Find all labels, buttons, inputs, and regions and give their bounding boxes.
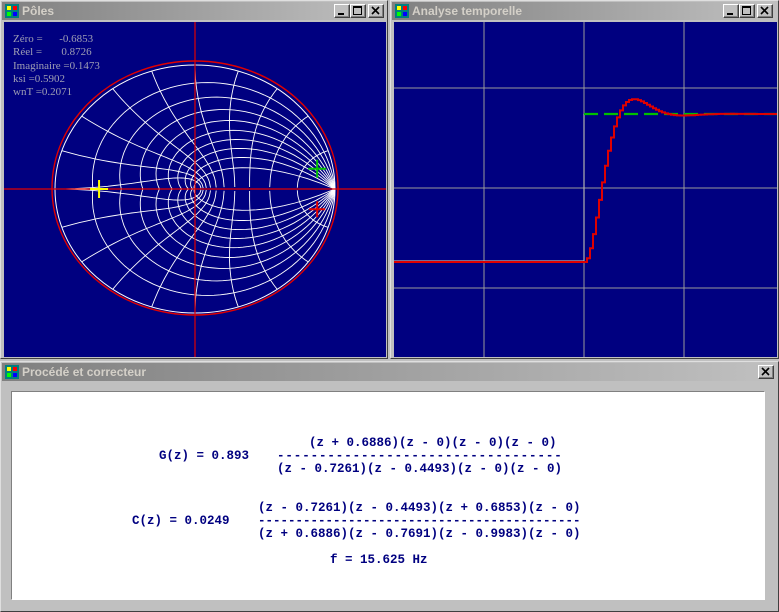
frequency-curve xyxy=(229,70,239,188)
damping-curve xyxy=(119,188,336,282)
transfer-functions-panel: G(z) = 0.893 (z + 0.6886)(z - 0)(z - 0)(… xyxy=(11,391,765,600)
app-icon xyxy=(5,365,19,379)
c-denominator: (z + 0.6886)(z - 0.7691)(z - 0.9983)(z -… xyxy=(258,527,581,541)
maximize-button[interactable] xyxy=(739,4,755,18)
close-icon xyxy=(371,6,380,15)
step-response-area[interactable] xyxy=(394,22,777,357)
frequency-curve xyxy=(269,190,309,263)
readout-imag: Imaginaire =0.1473 xyxy=(13,59,100,72)
g-fraction-bar: ---------------------------------- xyxy=(277,449,563,463)
poles-titlebar[interactable]: Pôles xyxy=(2,2,386,20)
pole-zero-map[interactable]: Zéro = -0.6853 Réel = 0.8726 Imaginaire … xyxy=(4,22,386,357)
minimize-button[interactable] xyxy=(723,4,739,18)
c-fraction-bar: ----------------------------------------… xyxy=(258,514,581,528)
damping-curve xyxy=(139,188,336,269)
frequency-curve xyxy=(81,115,207,189)
frequency-curve xyxy=(81,189,207,263)
frequency-curve xyxy=(61,189,204,228)
close-button[interactable] xyxy=(758,365,774,379)
pole-readout: Zéro = -0.6853 Réel = 0.8726 Imaginaire … xyxy=(13,33,100,99)
poles-title: Pôles xyxy=(22,4,55,18)
process-title: Procédé et correcteur xyxy=(22,365,147,379)
app-icon xyxy=(395,4,409,18)
g-prefix: G(z) = 0.893 xyxy=(159,449,250,463)
process-window: Procédé et correcteur G(z) = 0.893 (z + … xyxy=(0,361,779,612)
c-prefix: C(z) = 0.0249 xyxy=(132,514,230,528)
damping-curve xyxy=(190,188,336,221)
maximize-icon xyxy=(742,6,751,15)
frequency-curve xyxy=(229,190,239,308)
poles-window: Pôles Zéro = -0.6853 Réel = 0.8726 Imagi… xyxy=(0,0,388,359)
damping-curve xyxy=(91,82,336,190)
step-response-curve xyxy=(394,98,777,263)
damping-curve xyxy=(177,188,336,239)
minimize-button[interactable] xyxy=(334,4,350,18)
readout-ksi: ksi =0.5902 xyxy=(13,72,66,85)
damping-curve xyxy=(119,96,336,190)
damping-curve xyxy=(177,139,336,190)
g-denominator: (z - 0.7261)(z - 0.4493)(z - 0)(z - 0) xyxy=(277,462,563,476)
maximize-icon xyxy=(353,6,362,15)
readout-wnt: wnT =0.2071 xyxy=(13,86,73,99)
damping-curve xyxy=(193,167,336,190)
process-titlebar[interactable]: Procédé et correcteur xyxy=(2,363,777,381)
minimize-icon xyxy=(338,13,344,15)
time-title: Analyse temporelle xyxy=(412,4,523,18)
time-analysis-window: Analyse temporelle xyxy=(390,0,779,359)
damping-curve xyxy=(193,188,336,211)
app-icon xyxy=(5,4,19,18)
close-icon xyxy=(760,6,769,15)
minimize-icon xyxy=(727,13,733,15)
readout-real: Réel = 0.8726 xyxy=(13,46,92,59)
close-button[interactable] xyxy=(368,4,384,18)
damping-curve xyxy=(91,188,336,296)
step-response-plot[interactable] xyxy=(394,22,777,357)
g-numerator: (z + 0.6886)(z - 0)(z - 0)(z - 0) xyxy=(309,436,557,450)
readout-zero: Zéro = -0.6853 xyxy=(13,33,94,45)
damping-curve xyxy=(190,157,336,190)
close-icon xyxy=(761,367,770,376)
maximize-button[interactable] xyxy=(350,4,366,18)
c-numerator: (z - 0.7261)(z - 0.4493)(z + 0.6853)(z -… xyxy=(258,501,581,515)
time-titlebar[interactable]: Analyse temporelle xyxy=(392,2,777,20)
pole-marker-lower xyxy=(309,201,326,218)
sampling-frequency: f = 15.625 Hz xyxy=(330,553,428,567)
frequency-curve xyxy=(61,150,204,189)
damping-curve xyxy=(139,109,336,190)
close-button[interactable] xyxy=(757,4,773,18)
frequency-curve xyxy=(269,115,309,188)
